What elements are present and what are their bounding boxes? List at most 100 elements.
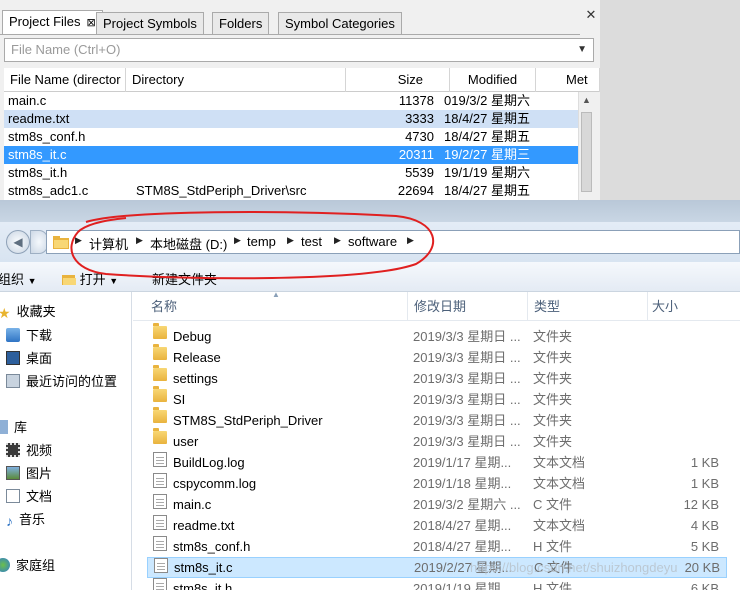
file-date: 2018/4/27 星期...	[413, 518, 512, 533]
column-header-size[interactable]: 大小	[647, 292, 740, 320]
file-row[interactable]: Release 2019/3/3 星期日 ... 文件夹	[147, 344, 727, 368]
nav-videos[interactable]: 视频	[6, 441, 52, 461]
file-row[interactable]: user 2019/3/3 星期日 ... 文件夹	[147, 428, 727, 452]
file-date: 2019/1/19 星期...	[413, 581, 512, 590]
nav-documents[interactable]: 文档	[6, 487, 52, 507]
file-name-filter-input[interactable]: File Name (Ctrl+O) ▼	[4, 38, 594, 62]
nav-libraries[interactable]: 库	[0, 418, 27, 438]
nav-desktop[interactable]: 桌面	[6, 349, 52, 369]
tab-label: Project Files	[9, 14, 81, 29]
file-row[interactable]: Debug 2019/3/3 星期日 ... 文件夹	[147, 323, 727, 347]
file-row[interactable]: STM8S_StdPeriph_Driver 2019/3/3 星期日 ... 文件…	[147, 407, 727, 431]
file-row[interactable]: main.c 2019/3/2 星期六 ... C 文件 12 KB	[147, 494, 727, 515]
chevron-down-icon[interactable]: ▼	[577, 39, 587, 61]
column-header-name[interactable]: 名称	[145, 292, 407, 320]
nav-homegroup[interactable]: 家庭组	[0, 556, 55, 576]
file-type: H 文件	[533, 539, 573, 554]
file-type: 文件夹	[533, 392, 573, 407]
file-date: 2019/3/3 星期日 ...	[413, 413, 521, 428]
file-directory: STM8S_StdPeriph_Driver\src	[136, 183, 307, 198]
file-name: STM8S_StdPeriph_Driver	[173, 413, 323, 428]
column-header-directory[interactable]: Directory	[126, 68, 346, 92]
watermark: https://blog.csdn.net/shuizhongdeyu	[470, 560, 678, 575]
nav-pictures[interactable]: 图片	[6, 464, 52, 484]
nav-label: 视频	[26, 443, 53, 458]
file-type: 文本文档	[533, 476, 586, 491]
tab-project-files[interactable]: Project Files ⊠	[2, 10, 103, 35]
nav-favorites[interactable]: ★ 收藏夹	[0, 302, 56, 322]
nav-label: 收藏夹	[16, 304, 56, 319]
nav-label: 图片	[26, 466, 53, 481]
file-list-header: File Name (director Directory Size Modif…	[4, 68, 600, 92]
file-date: 2019/3/3 星期日 ...	[413, 392, 521, 407]
file-type: 文件夹	[533, 329, 573, 344]
file-type: 文件夹	[533, 350, 573, 365]
tab-symbol-categories[interactable]: Symbol Categories	[278, 12, 402, 34]
file-name: BuildLog.log	[173, 455, 245, 470]
file-row[interactable]: SI 2019/3/3 星期日 ... 文件夹	[147, 386, 727, 410]
list-item[interactable]: stm8s_it.c 20311 19/2/27 星期三	[4, 146, 578, 164]
file-date: 2019/3/3 星期日 ...	[413, 329, 521, 344]
file-name: stm8s_adc1.c	[8, 183, 89, 198]
file-icon	[154, 558, 168, 573]
file-name: cspycomm.log	[173, 476, 257, 491]
folder-icon	[153, 407, 167, 423]
list-item[interactable]: stm8s_conf.h 4730 18/4/27 星期五	[4, 128, 578, 146]
file-size: 4730	[405, 129, 434, 144]
documents-icon	[6, 489, 20, 503]
organize-button[interactable]: 组织 ▼	[0, 269, 37, 288]
file-row[interactable]: stm8s_conf.h 2018/4/27 星期... H 文件 5 KB	[147, 536, 727, 557]
column-header-size[interactable]: Size	[346, 68, 450, 92]
vertical-scrollbar[interactable]: ▲	[578, 92, 594, 200]
file-row[interactable]: settings 2019/3/3 星期日 ... 文件夹	[147, 365, 727, 389]
column-header-metrics[interactable]: Met	[536, 68, 600, 92]
nav-recent-places[interactable]: 最近访问的位置	[6, 372, 117, 392]
column-header-file-name[interactable]: File Name (director	[4, 68, 126, 92]
file-modified: 18/4/27 星期五	[444, 183, 530, 198]
file-modified: 18/4/27 星期五	[444, 129, 530, 144]
file-row[interactable]: stm8s_it.h 2019/1/19 星期... H 文件 6 KB	[147, 578, 727, 590]
file-type: 文件夹	[533, 371, 573, 386]
file-name: stm8s_conf.h	[8, 129, 86, 144]
file-row[interactable]: readme.txt 2018/4/27 星期... 文本文档 4 KB	[147, 515, 727, 536]
file-size: 1 KB	[690, 455, 719, 470]
list-item[interactable]: stm8s_adc1.c STM8S_StdPeriph_Driver\src …	[4, 182, 578, 200]
downloads-icon	[6, 328, 20, 342]
file-row[interactable]: BuildLog.log 2019/1/17 星期... 文本文档 1 KB	[147, 452, 727, 473]
file-date: 2019/3/2 星期六 ...	[413, 497, 521, 512]
panel-close-icon[interactable]: ✕	[584, 8, 598, 22]
list-item[interactable]: stm8s_it.h 5539 19/1/19 星期六	[4, 164, 578, 182]
nav-label: 下载	[26, 328, 53, 343]
file-list-view: ▲ 名称 修改日期 类型 大小 Debug 2019/3/3 星期日 ... 文件夹…	[133, 290, 740, 590]
file-type: 文件夹	[533, 434, 573, 449]
tab-label: Symbol Categories	[285, 16, 395, 31]
file-size: 4 KB	[690, 518, 719, 533]
file-name: main.c	[173, 497, 212, 512]
scroll-up-icon[interactable]: ▲	[582, 95, 591, 105]
column-header-type[interactable]: 类型	[527, 292, 647, 320]
column-header-modified[interactable]: Modified	[450, 68, 536, 92]
file-icon	[153, 536, 167, 551]
file-name: user	[173, 434, 199, 449]
back-arrow-icon[interactable]: ◀	[6, 230, 30, 254]
file-name: settings	[173, 371, 218, 386]
list-item[interactable]: readme.txt 3333 18/4/27 星期五	[4, 110, 578, 128]
folder-icon	[153, 386, 167, 402]
nav-downloads[interactable]: 下载	[6, 326, 52, 346]
library-icon	[0, 420, 8, 434]
file-date: 2019/3/3 星期日 ...	[413, 350, 521, 365]
scrollbar-thumb[interactable]	[581, 112, 592, 192]
column-header-date[interactable]: 修改日期	[407, 292, 527, 320]
file-size: 11378	[398, 93, 434, 108]
file-size: 5 KB	[690, 539, 719, 554]
file-size: 1 KB	[690, 476, 719, 491]
tab-close-icon[interactable]: ⊠	[87, 17, 96, 29]
file-row[interactable]: cspycomm.log 2019/1/18 星期... 文本文档 1 KB	[147, 473, 727, 494]
file-name: stm8s_conf.h	[173, 539, 251, 554]
tab-folders[interactable]: Folders	[212, 12, 270, 34]
file-modified: 19/2/27 星期三	[444, 147, 530, 162]
list-item[interactable]: main.c 11378 019/3/2 星期六	[4, 92, 578, 110]
tab-project-symbols[interactable]: Project Symbols	[96, 12, 204, 34]
nav-music[interactable]: ♪ 音乐	[6, 510, 45, 530]
file-modified: 19/1/19 星期六	[444, 165, 530, 180]
